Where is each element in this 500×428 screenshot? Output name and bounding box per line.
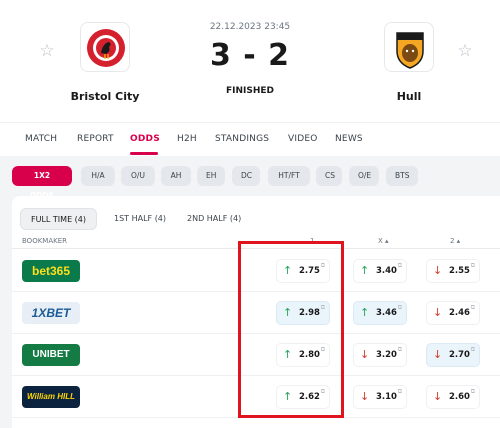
filter-odd-even[interactable]: O/E — [349, 166, 379, 186]
odd-value: 3.46 — [376, 308, 397, 318]
tab-h2h[interactable]: H2H — [177, 134, 197, 144]
favorite-away-star-icon[interactable]: ☆ — [456, 42, 474, 60]
arrow-up-icon: ↑ — [360, 306, 370, 319]
arrow-down-icon: ↓ — [433, 390, 443, 403]
external-link-icon: ⧉ — [397, 304, 402, 311]
away-team-logo[interactable] — [384, 22, 434, 72]
external-link-icon: ⧉ — [470, 262, 475, 269]
subtab-full-time[interactable]: FULL TIME (4) — [20, 208, 97, 230]
odd-value: 3.10 — [376, 392, 397, 402]
tab-report[interactable]: REPORT — [77, 134, 114, 144]
odd-draw[interactable]: ↑ 3.46 ⧉ — [353, 301, 407, 325]
tab-video[interactable]: VIDEO — [288, 134, 318, 144]
odd-value: 3.40 — [376, 266, 397, 276]
odd-away[interactable]: ↓ 2.60 ⧉ — [426, 385, 480, 409]
match-score: 3 - 2 — [209, 38, 291, 73]
filter-ht-ft[interactable]: HT/FT — [268, 166, 310, 186]
arrow-up-icon: ↑ — [360, 264, 370, 277]
arrow-down-icon: ↓ — [360, 390, 370, 403]
external-link-icon: ⧉ — [470, 388, 475, 395]
bristol-city-crest-icon — [87, 29, 125, 67]
home-team-logo[interactable] — [80, 22, 130, 72]
subtab-second-half[interactable]: 2ND HALF (4) — [177, 208, 251, 230]
odd-value: 3.20 — [376, 350, 397, 360]
filter-asian-handicap[interactable]: AH — [161, 166, 191, 186]
odd-away[interactable]: ↓ 2.46 ⧉ — [426, 301, 480, 325]
odd-value: 2.60 — [449, 392, 470, 402]
odd-away[interactable]: ↓ 2.70 ⧉ — [426, 343, 480, 367]
william-hill-logo[interactable]: William HILL — [22, 386, 80, 408]
filter-double-chance[interactable]: DC — [232, 166, 260, 186]
filter-1x2-odds[interactable]: 1X2 ODDS — [12, 166, 72, 200]
arrow-down-icon: ↓ — [433, 306, 443, 319]
away-team-name[interactable]: Hull — [349, 90, 469, 103]
filter-correct-score[interactable]: CS — [316, 166, 342, 186]
tab-odds[interactable]: ODDS — [130, 134, 160, 144]
odd-draw[interactable]: ↑ 3.40 ⧉ — [353, 259, 407, 283]
external-link-icon: ⧉ — [397, 262, 402, 269]
odd-draw[interactable]: ↓ 3.10 ⧉ — [353, 385, 407, 409]
match-datetime: 22.12.2023 23:45 — [209, 22, 291, 32]
unibet-logo[interactable]: UNIBET — [22, 344, 80, 366]
col-away-header[interactable]: 2 ▴ — [450, 237, 460, 245]
odd-away[interactable]: ↓ 2.55 ⧉ — [426, 259, 480, 283]
odd-value: 2.70 — [449, 350, 470, 360]
arrow-down-icon: ↓ — [433, 264, 443, 277]
1xbet-logo[interactable]: 1XBET — [22, 302, 80, 324]
subtab-first-half[interactable]: 1ST HALF (4) — [104, 208, 176, 230]
odds-type-filters: 1X2 ODDS H/A O/U AH EH DC HT/FT CS O/E B… — [0, 156, 500, 200]
col-bookmaker-header[interactable]: BOOKMAKER — [22, 237, 67, 245]
match-header: ☆ Bristol City 22.12.2023 23:45 3 - 2 FI… — [0, 0, 500, 122]
external-link-icon: ⧉ — [397, 388, 402, 395]
filter-home-away[interactable]: H/A — [81, 166, 115, 186]
odd-value: 2.46 — [449, 308, 470, 318]
arrow-down-icon: ↓ — [433, 348, 443, 361]
home-team-name[interactable]: Bristol City — [45, 90, 165, 103]
tab-match[interactable]: MATCH — [25, 134, 57, 144]
external-link-icon: ⧉ — [470, 304, 475, 311]
filter-european-handicap[interactable]: EH — [197, 166, 225, 186]
match-tabs: MATCH REPORT ODDS H2H STANDINGS VIDEO NE… — [0, 122, 500, 156]
arrow-down-icon: ↓ — [360, 348, 370, 361]
favorite-home-star-icon[interactable]: ☆ — [38, 42, 56, 60]
tab-news[interactable]: NEWS — [335, 134, 363, 144]
match-status: FINISHED — [225, 86, 274, 96]
hull-city-crest-icon — [396, 32, 424, 69]
active-tab-indicator — [130, 152, 158, 155]
bet365-logo[interactable]: bet365 — [22, 260, 80, 282]
filter-both-teams-score[interactable]: BTS — [386, 166, 418, 186]
external-link-icon: ⧉ — [397, 346, 402, 353]
external-link-icon: ⧉ — [470, 346, 475, 353]
odd-value: 2.55 — [449, 266, 470, 276]
col-draw-header[interactable]: X ▴ — [378, 237, 389, 245]
odd-draw[interactable]: ↓ 3.20 ⧉ — [353, 343, 407, 367]
filter-over-under[interactable]: O/U — [121, 166, 155, 186]
highlight-annotation-box — [238, 241, 344, 418]
tab-standings[interactable]: STANDINGS — [215, 134, 269, 144]
